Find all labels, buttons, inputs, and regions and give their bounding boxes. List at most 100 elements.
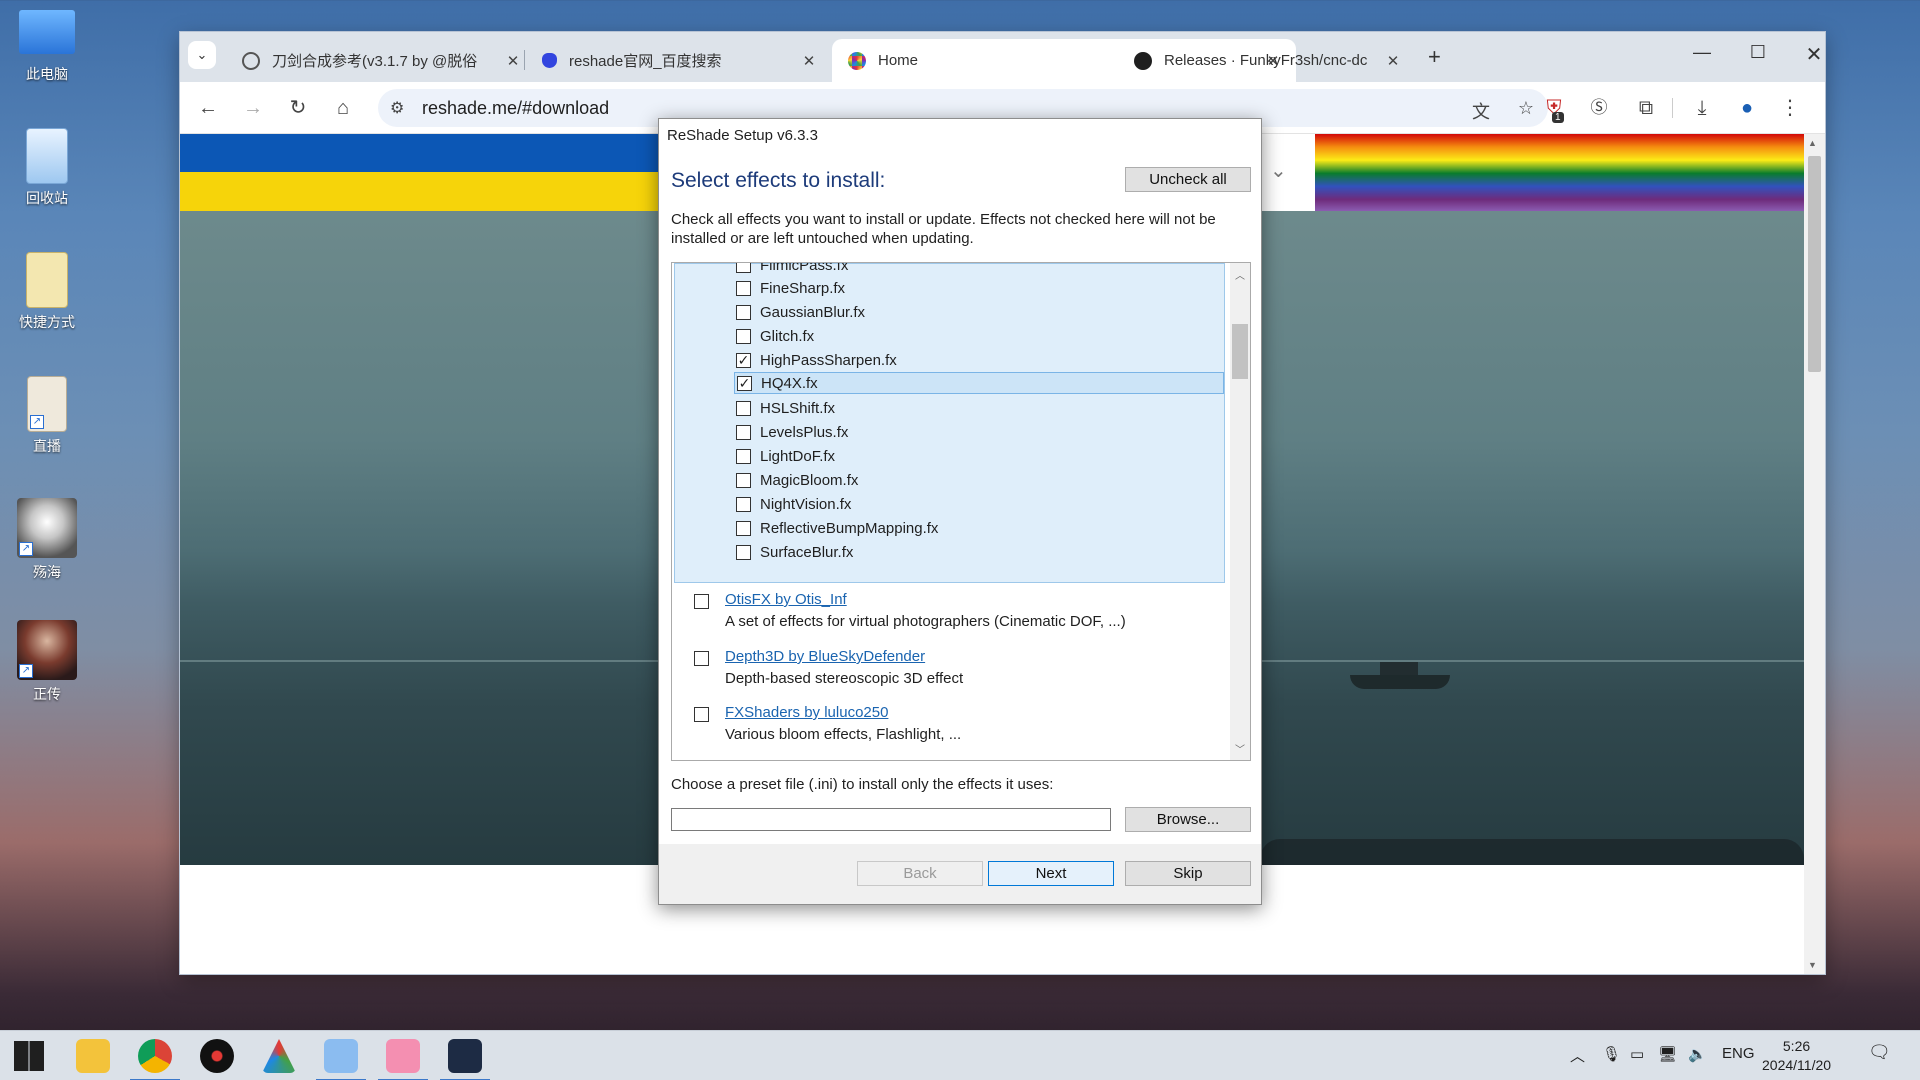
checkbox[interactable] (694, 594, 709, 609)
effect-file-item[interactable]: MagicBloom.fx (736, 469, 858, 491)
effects-list[interactable]: FilmicPass.fx FineSharp.fx GaussianBlur.… (671, 262, 1251, 761)
bilibili-icon[interactable] (316, 1039, 366, 1080)
scroll-down-icon[interactable]: ▼ (1808, 960, 1817, 970)
shortcut-arrow-icon: ↗ (19, 664, 33, 678)
site-info-icon[interactable]: ⚙ (390, 98, 404, 118)
extension-s-icon[interactable]: Ⓢ (1585, 94, 1613, 122)
checkbox-checked[interactable]: ✓ (737, 375, 752, 391)
checkbox[interactable] (694, 707, 709, 722)
reload-icon[interactable]: ↻ (284, 94, 312, 122)
package-link[interactable]: FXShaders by luluco250 (725, 704, 888, 721)
chrome-icon[interactable] (130, 1039, 180, 1080)
back-icon[interactable]: ← (194, 94, 222, 122)
back-button[interactable]: Back (857, 861, 983, 886)
checkbox[interactable] (694, 651, 709, 666)
input-language[interactable]: ENG (1722, 1045, 1755, 1062)
dialog-heading: Select effects to install: (671, 169, 886, 192)
maximize-button[interactable]: ☐ (1738, 42, 1778, 63)
desktop-icon-live[interactable]: ↗ 直播 (12, 376, 82, 456)
next-button[interactable]: Next (988, 861, 1114, 886)
effect-file-item[interactable]: ReflectiveBumpMapping.fx (736, 517, 938, 539)
bookmark-star-icon[interactable]: ☆ (1518, 98, 1534, 119)
chevron-up-icon[interactable]: ︿ (1570, 1045, 1585, 1066)
checkbox[interactable] (736, 400, 751, 416)
checkbox[interactable] (736, 328, 751, 344)
effect-file-item[interactable]: LightDoF.fx (736, 445, 835, 467)
checkbox[interactable] (736, 424, 751, 440)
checkbox[interactable] (736, 448, 751, 464)
skip-button[interactable]: Skip (1125, 861, 1251, 886)
tab-2[interactable]: reshade官网_百度搜索 ✕ (526, 39, 832, 82)
new-tab-button[interactable]: + (1428, 44, 1441, 70)
page-scrollbar-thumb[interactable] (1808, 156, 1821, 372)
obs-icon[interactable] (200, 1039, 234, 1073)
scroll-down-icon[interactable]: ﹀ (1235, 741, 1245, 756)
tab-4[interactable]: Releases · FunkyFr3sh/cnc-dc ✕ (1118, 39, 1416, 82)
address-bar-url[interactable]: reshade.me/#download (422, 98, 609, 119)
minimize-button[interactable]: — (1682, 42, 1722, 63)
browse-button[interactable]: Browse... (1125, 807, 1251, 832)
page-scrollbar[interactable]: ▲ ▼ (1804, 134, 1825, 974)
effect-file-item[interactable]: NightVision.fx (736, 493, 851, 515)
profile-avatar-icon[interactable]: ● (1733, 94, 1761, 122)
game-launcher-icon[interactable] (378, 1039, 428, 1080)
forward-icon[interactable]: → (239, 94, 267, 122)
chevron-down-icon[interactable]: ⌄ (1270, 158, 1287, 183)
notification-icon[interactable]: 🗨 (1868, 1042, 1891, 1063)
microphone-icon[interactable]: 🎙 (1602, 1045, 1621, 1063)
close-tab-icon[interactable]: ✕ (1384, 52, 1402, 70)
effect-file-item[interactable]: Glitch.fx (736, 325, 814, 347)
checkbox[interactable] (736, 544, 751, 560)
tab-1[interactable]: 刀剑合成参考(v3.1.7 by @脱俗 ✕ (226, 39, 536, 82)
checkbox[interactable] (736, 496, 751, 512)
desktop-icon-zhengzhuan[interactable]: ↗ 正传 (12, 620, 82, 704)
menu-kebab-icon[interactable]: ⋮ (1776, 94, 1804, 122)
desktop-icon-recycle-bin[interactable]: 回收站 (12, 128, 82, 208)
scroll-up-icon[interactable]: ︿ (1235, 267, 1245, 282)
pride-flag-banner (1315, 134, 1804, 211)
close-tab-icon[interactable]: ✕ (504, 52, 522, 70)
checkbox[interactable] (736, 280, 751, 296)
checkbox[interactable] (736, 520, 751, 536)
volume-icon[interactable]: 🔈 (1688, 1045, 1707, 1063)
extension-badge: 1 (1552, 112, 1564, 123)
download-icon[interactable]: ⤓ (1688, 94, 1716, 122)
package-link[interactable]: Depth3D by BlueSkyDefender (725, 648, 925, 665)
effect-file-item[interactable]: SurfaceBlur.fx (736, 541, 853, 563)
github-icon (1134, 51, 1152, 70)
file-explorer-icon[interactable] (76, 1039, 110, 1073)
checkbox[interactable] (736, 304, 751, 320)
ukraine-flag-blue (180, 134, 660, 172)
uncheck-all-button[interactable]: Uncheck all (1125, 167, 1251, 192)
close-window-button[interactable]: ✕ (1794, 42, 1834, 67)
preset-file-input[interactable] (671, 808, 1111, 831)
reshade-setup-taskbar-icon[interactable] (440, 1039, 490, 1080)
tab-search-button[interactable]: ⌄ (188, 41, 216, 69)
davinci-icon[interactable] (262, 1039, 296, 1073)
checkbox[interactable] (736, 472, 751, 488)
effect-file-item[interactable]: HSLShift.fx (736, 397, 835, 419)
effect-file-item[interactable]: FineSharp.fx (736, 277, 845, 299)
battery-icon[interactable]: ▭ (1630, 1045, 1644, 1063)
package-link[interactable]: OtisFX by Otis_Inf (725, 591, 847, 608)
effect-file-item-selected[interactable]: ✓ HQ4X.fx (734, 372, 1224, 394)
translate-icon[interactable]: 文 (1472, 98, 1490, 124)
desktop-icon-shanghai[interactable]: ↗ 殇海 (12, 498, 82, 582)
list-scrollbar[interactable]: ︿ ﹀ (1230, 263, 1250, 760)
checkbox-checked[interactable]: ✓ (736, 352, 751, 368)
checkbox[interactable] (736, 263, 751, 273)
scroll-up-icon[interactable]: ▲ (1808, 138, 1817, 148)
desktop-icon-shortcut-folder[interactable]: 快捷方式 (12, 252, 82, 332)
taskbar-clock[interactable]: 5:26 2024/11/20 (1762, 1037, 1831, 1075)
network-icon[interactable]: 🖥 (1658, 1045, 1677, 1063)
extensions-puzzle-icon[interactable]: ⧉ (1632, 94, 1660, 122)
effect-file-item[interactable]: FilmicPass.fx (736, 263, 848, 276)
list-scrollbar-thumb[interactable] (1232, 324, 1248, 379)
effect-file-item[interactable]: ✓ HighPassSharpen.fx (736, 349, 897, 371)
effect-file-item[interactable]: GaussianBlur.fx (736, 301, 865, 323)
desktop-icon-this-pc[interactable]: 此电脑 (12, 6, 82, 84)
close-tab-icon[interactable]: ✕ (800, 52, 818, 70)
home-icon[interactable]: ⌂ (329, 94, 357, 122)
start-windows-icon[interactable] (14, 1041, 44, 1071)
effect-file-item[interactable]: LevelsPlus.fx (736, 421, 848, 443)
